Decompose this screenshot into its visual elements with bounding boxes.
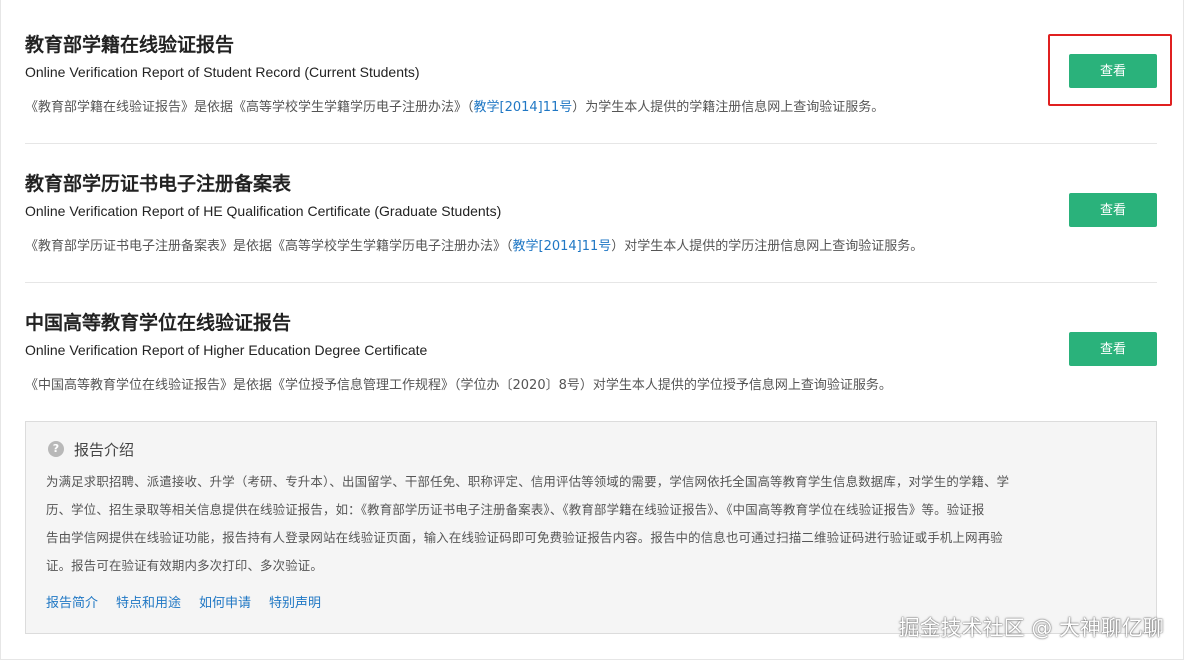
intro-links: 报告简介 特点和用途 如何申请 特别声明 xyxy=(46,592,321,611)
report-qualification-certificate: 教育部学历证书电子注册备案表 Online Verification Repor… xyxy=(25,169,1157,259)
intro-line: 告由学信网提供在线验证功能，报告持有人登录网站在线验证页面，输入在线验证码即可免… xyxy=(46,530,1003,545)
report-intro-panel: ? 报告介绍 为满足求职招聘、派遣接收、升学（考研、专升本）、出国留学、干部任免… xyxy=(25,421,1157,634)
view-button[interactable]: 查看 xyxy=(1069,193,1157,227)
view-button[interactable]: 查看 xyxy=(1069,332,1157,366)
report-description: 《教育部学历证书电子注册备案表》是依据《高等学校学生学籍学历电子注册办法》（教学… xyxy=(25,239,924,254)
link-features-uses[interactable]: 特点和用途 xyxy=(116,592,181,611)
link-how-to-apply[interactable]: 如何申请 xyxy=(199,592,251,611)
intro-body: 为满足求职招聘、派遣接收、升学（考研、专升本）、出国留学、干部任免、职称评定、信… xyxy=(46,468,1136,580)
regulation-link[interactable]: 教学[2014]11号 xyxy=(474,100,573,115)
report-subtitle: Online Verification Report of Student Re… xyxy=(25,64,420,80)
report-title: 教育部学籍在线验证报告 xyxy=(25,34,235,56)
report-title: 教育部学历证书电子注册备案表 xyxy=(25,173,292,195)
question-icon: ? xyxy=(48,441,64,457)
report-student-record: 教育部学籍在线验证报告 Online Verification Report o… xyxy=(25,30,1157,120)
report-description: 《中国高等教育学位在线验证报告》是依据《学位授予信息管理工作规程》（学位办〔20… xyxy=(25,378,892,393)
report-description: 《教育部学籍在线验证报告》是依据《高等学校学生学籍学历电子注册办法》（教学[20… xyxy=(25,100,885,115)
report-subtitle: Online Verification Report of HE Qualifi… xyxy=(25,203,502,219)
highlight-box xyxy=(1048,34,1172,106)
link-special-statement[interactable]: 特别声明 xyxy=(269,592,321,611)
intro-line: 为满足求职招聘、派遣接收、升学（考研、专升本）、出国留学、干部任免、职称评定、信… xyxy=(46,474,1010,489)
divider xyxy=(25,282,1157,283)
report-degree-certificate: 中国高等教育学位在线验证报告 Online Verification Repor… xyxy=(25,308,1157,398)
watermark: 掘金技术社区 @ 大神聊亿聊 xyxy=(898,616,1164,640)
intro-line: 历、学位、招生录取等相关信息提供在线验证报告，如：《教育部学历证书电子注册备案表… xyxy=(46,502,985,517)
intro-heading: ? 报告介绍 xyxy=(48,439,134,459)
link-report-overview[interactable]: 报告简介 xyxy=(46,592,98,611)
report-title: 中国高等教育学位在线验证报告 xyxy=(25,312,292,334)
regulation-link[interactable]: 教学[2014]11号 xyxy=(513,239,612,254)
report-subtitle: Online Verification Report of Higher Edu… xyxy=(25,342,428,358)
divider xyxy=(25,143,1157,144)
intro-line: 证。报告可在验证有效期内多次打印、多次验证。 xyxy=(46,558,323,573)
intro-heading-label: 报告介绍 xyxy=(74,440,135,459)
